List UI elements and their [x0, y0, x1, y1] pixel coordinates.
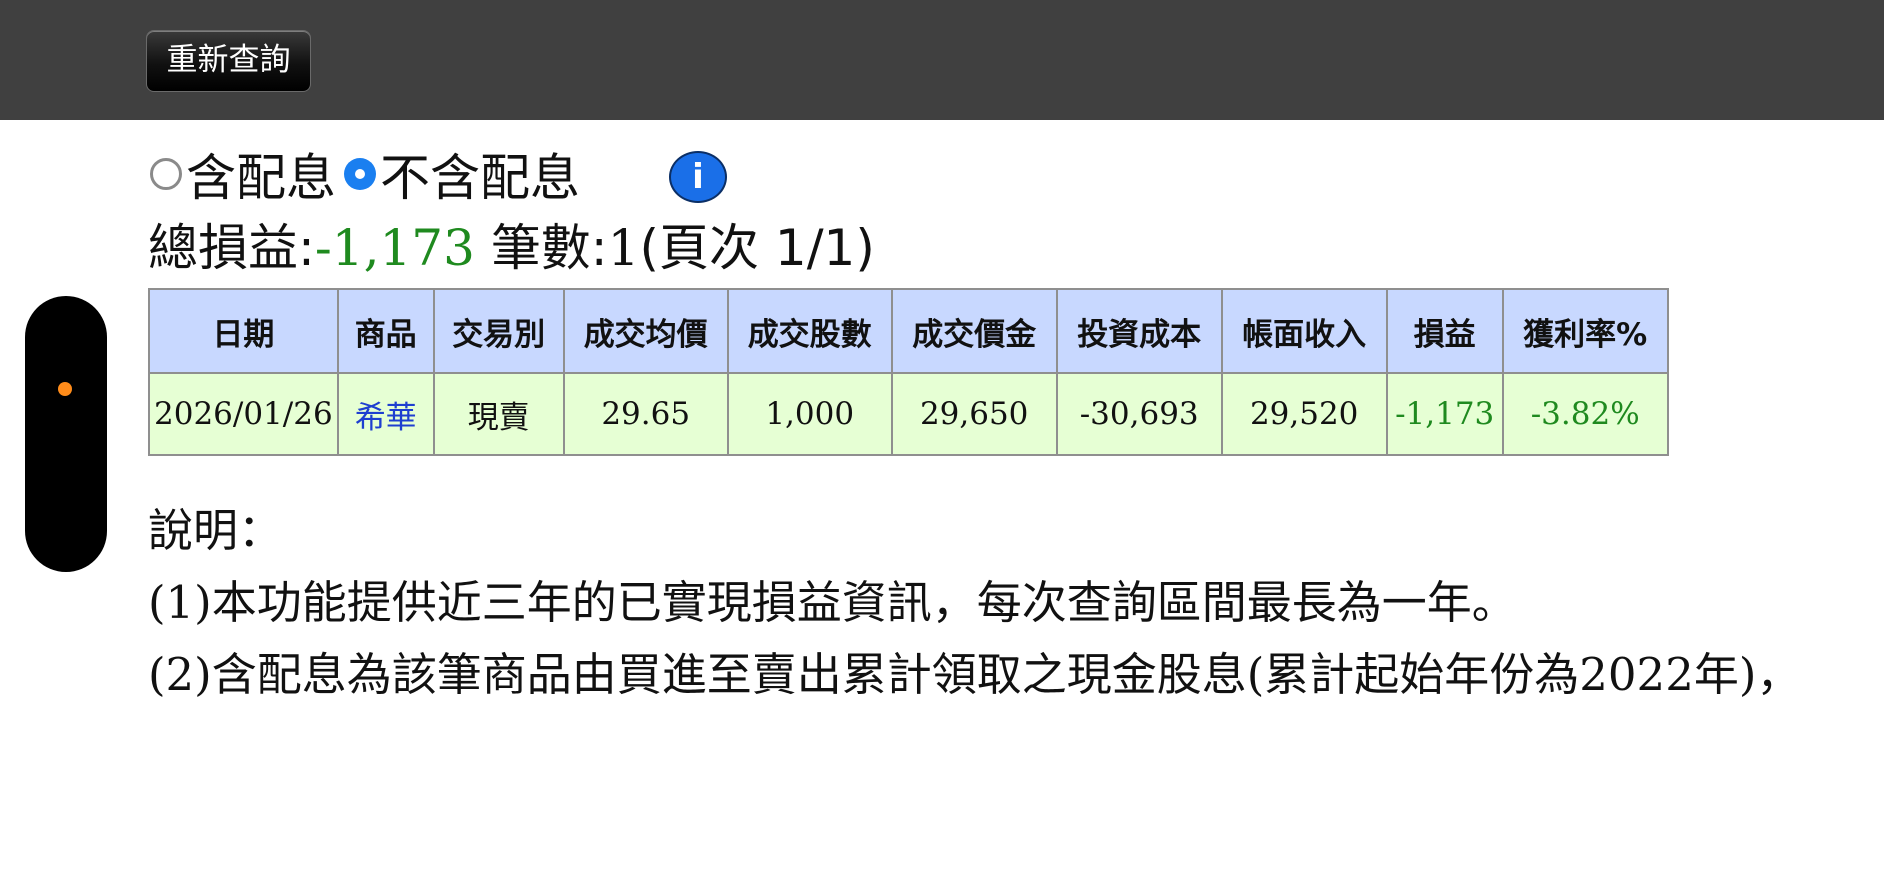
- col-header-amount: 成交價金: [890, 288, 1058, 374]
- total-pnl-value: -1,173: [314, 219, 475, 277]
- dividend-filter: 含配息 不含配息: [150, 144, 580, 207]
- cell-shares: 1,000: [726, 372, 893, 456]
- cell-income: 29,520: [1220, 372, 1388, 456]
- cell-avg-price: 29.65: [562, 372, 729, 456]
- top-toolbar: 重新查詢: [0, 0, 1884, 120]
- col-header-shares: 成交股數: [726, 288, 893, 374]
- include-dividend-radio[interactable]: [150, 158, 182, 190]
- col-header-product: 商品: [336, 288, 435, 374]
- notes-line-2: (2)含配息為該筆商品由買進至賣出累計領取之現金股息(累計起始年份為2022年)…: [148, 648, 1802, 701]
- page-indicator: (頁次 1/1): [639, 219, 875, 277]
- record-count-label: 筆數:: [490, 219, 608, 277]
- notes-title: 說明：: [148, 504, 284, 557]
- side-drag-handle[interactable]: [25, 296, 107, 572]
- col-header-cost: 投資成本: [1055, 288, 1223, 374]
- cell-date: 2026/01/26: [148, 372, 339, 456]
- exclude-dividend-label[interactable]: 不含配息: [380, 138, 580, 210]
- col-header-income: 帳面收入: [1220, 288, 1388, 374]
- table-row: 2026/01/26 希華 現賣 29.65 1,000 29,650 -30,…: [148, 372, 1669, 456]
- requery-button[interactable]: 重新查詢: [146, 30, 311, 92]
- col-header-return-pct: 獲利率%: [1501, 288, 1669, 374]
- col-header-avg-price: 成交均價: [562, 288, 729, 374]
- notes-section: 說明： (1)本功能提供近三年的已實現損益資訊，每次查詢區間最長為一年。 (2)…: [148, 495, 1801, 711]
- col-header-pnl: 損益: [1385, 288, 1504, 374]
- col-header-trade-type: 交易別: [432, 288, 565, 374]
- cell-product: 希華: [336, 372, 435, 456]
- cell-return-pct: -3.82%: [1501, 372, 1669, 456]
- col-header-date: 日期: [148, 288, 339, 374]
- notes-line-1: (1)本功能提供近三年的已實現損益資訊，每次查詢區間最長為一年。: [148, 576, 1517, 629]
- total-pnl-label: 總損益:: [148, 219, 315, 277]
- table-header-row: 日期 商品 交易別 成交均價 成交股數 成交價金 投資成本 帳面收入 損益 獲利…: [148, 288, 1669, 374]
- include-dividend-label[interactable]: 含配息: [186, 138, 336, 210]
- info-icon[interactable]: i: [669, 151, 727, 203]
- summary-line: 總損益:-1,173 筆數:1(頁次 1/1): [148, 216, 875, 280]
- cell-cost: -30,693: [1055, 372, 1223, 456]
- exclude-dividend-radio[interactable]: [344, 158, 376, 190]
- cell-pnl: -1,173: [1385, 372, 1504, 456]
- realized-pnl-table: 日期 商品 交易別 成交均價 成交股數 成交價金 投資成本 帳面收入 損益 獲利…: [148, 288, 1669, 456]
- cell-amount: 29,650: [890, 372, 1058, 456]
- product-link[interactable]: 希華: [355, 400, 417, 436]
- handle-indicator-dot: [58, 382, 72, 396]
- record-count-value: 1: [607, 219, 640, 277]
- cell-trade-type: 現賣: [432, 372, 565, 456]
